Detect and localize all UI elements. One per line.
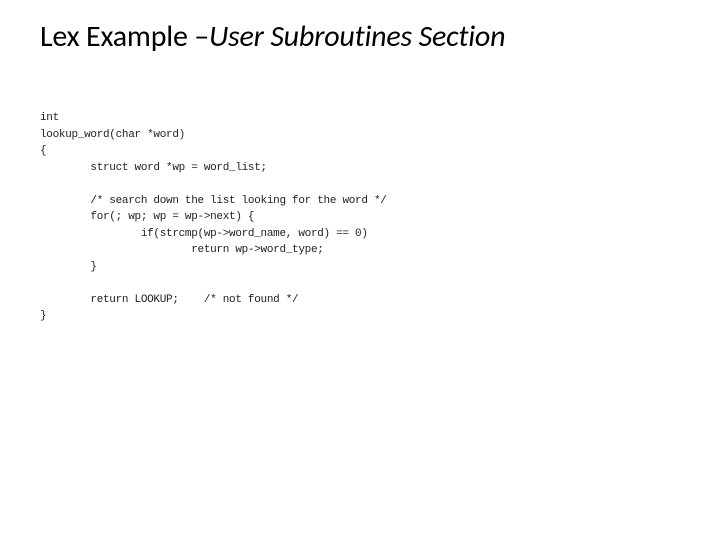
- code-line: return wp->word_type;: [40, 244, 324, 256]
- code-line: }: [40, 310, 46, 322]
- code-line: /* search down the list looking for the …: [40, 195, 387, 207]
- code-line: int: [40, 112, 59, 124]
- code-line: }: [40, 261, 97, 273]
- title-italic: User Subroutines Section: [209, 18, 505, 55]
- code-line: if(strcmp(wp->word_name, word) == 0): [40, 228, 368, 240]
- code-block: int lookup_word(char *word) { struct wor…: [40, 110, 387, 325]
- code-line: {: [40, 145, 46, 157]
- code-line: lookup_word(char *word): [40, 129, 185, 141]
- code-line: for(; wp; wp = wp->next) {: [40, 211, 254, 223]
- slide: Lex Example –User Subroutines Section in…: [0, 0, 720, 540]
- code-line: return LOOKUP; /* not found */: [40, 294, 298, 306]
- title-prefix: Lex Example –: [40, 18, 209, 55]
- code-line: struct word *wp = word_list;: [40, 162, 267, 174]
- slide-title: Lex Example –User Subroutines Section: [40, 18, 680, 55]
